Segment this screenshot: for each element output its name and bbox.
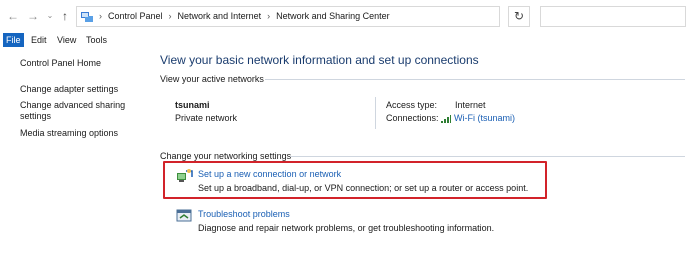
connections-label: Connections: xyxy=(386,113,439,123)
network-name: tsunami xyxy=(175,100,210,110)
refresh-button[interactable]: ↻ xyxy=(508,6,530,27)
wifi-signal-icon xyxy=(441,114,451,123)
divider xyxy=(265,79,685,80)
active-networks-heading: View your active networks xyxy=(160,74,264,84)
access-type-value: Internet xyxy=(455,100,486,110)
highlight-box xyxy=(163,161,547,199)
breadcrumb-separator-icon[interactable]: › xyxy=(169,7,172,26)
address-row: ← → ⌄ ↑ › Control Panel › Network and In… xyxy=(0,0,690,33)
breadcrumb: › Control Panel › Network and Internet ›… xyxy=(99,7,390,26)
left-pane: Control Panel Home Change adapter settin… xyxy=(0,47,150,262)
search-input[interactable] xyxy=(540,6,686,27)
menu-edit[interactable]: Edit xyxy=(28,33,50,47)
menu-tools[interactable]: Tools xyxy=(83,33,110,47)
back-arrow-icon[interactable]: ← xyxy=(6,9,20,23)
breadcrumb-control-panel[interactable]: Control Panel xyxy=(108,7,163,26)
breadcrumb-separator-icon: › xyxy=(99,11,102,21)
control-panel-icon xyxy=(81,12,93,22)
main-content: View your basic network information and … xyxy=(160,47,690,262)
breadcrumb-separator-icon[interactable]: › xyxy=(267,7,270,26)
change-settings-heading: Change your networking settings xyxy=(160,151,292,161)
troubleshoot-description: Diagnose and repair network problems, or… xyxy=(198,223,495,233)
sidebar-item-change-adapter-settings[interactable]: Change adapter settings xyxy=(20,84,118,95)
recent-dropdown-icon[interactable]: ⌄ xyxy=(43,9,57,23)
breadcrumb-network-and-sharing-center[interactable]: Network and Sharing Center xyxy=(276,7,390,26)
troubleshoot-icon xyxy=(176,209,192,222)
access-type-label: Access type: xyxy=(386,100,438,110)
address-bar[interactable]: › Control Panel › Network and Internet ›… xyxy=(76,6,569,27)
troubleshoot-link[interactable]: Troubleshoot problems xyxy=(198,209,290,219)
divider xyxy=(375,97,376,129)
page-title: View your basic network information and … xyxy=(160,53,479,67)
sidebar-item-change-advanced-sharing-settings[interactable]: Change advanced sharing settings xyxy=(20,100,130,122)
menu-view[interactable]: View xyxy=(54,33,79,47)
connection-link[interactable]: Wi-Fi (tsunami) xyxy=(454,113,515,123)
menu-bar: File Edit View Tools xyxy=(0,33,690,47)
divider xyxy=(290,156,685,157)
refresh-icon: ↻ xyxy=(513,9,525,23)
menu-file[interactable]: File xyxy=(3,33,24,47)
connections-value: Wi-Fi (tsunami) xyxy=(441,113,515,123)
up-arrow-icon[interactable]: ↑ xyxy=(58,9,72,23)
breadcrumb-network-and-internet[interactable]: Network and Internet xyxy=(178,7,262,26)
forward-arrow-icon[interactable]: → xyxy=(26,9,40,23)
sidebar-item-media-streaming-options[interactable]: Media streaming options xyxy=(20,128,118,139)
network-type[interactable]: Private network xyxy=(175,113,237,123)
sidebar-item-control-panel-home[interactable]: Control Panel Home xyxy=(20,58,101,69)
